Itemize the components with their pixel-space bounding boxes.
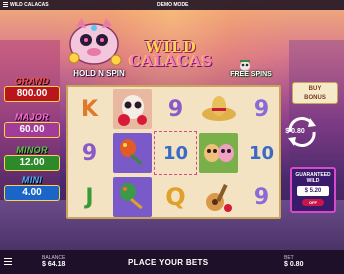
jackpot-minor-value: 12.00 <box>4 155 60 171</box>
sombrero-symbol-icon <box>197 87 240 131</box>
settings-menu-icon[interactable] <box>4 258 12 266</box>
balance-display: BALANCE $ 64.18 <box>42 255 65 268</box>
jackpot-major-label: MAJOR <box>14 112 49 122</box>
jackpot-mini-value: 4.00 <box>4 185 60 201</box>
reel-symbol-number: 9 <box>253 96 270 122</box>
jackpot-major-value: 60.00 <box>4 122 60 138</box>
sugar-skulls-symbol-icon <box>197 131 240 175</box>
jackpot-major: MAJOR 60.00 <box>4 112 60 138</box>
top-bar: WILD CALACAS DEMO MODE <box>0 0 344 10</box>
guaranteed-wild-amount: $ 5.20 <box>297 186 329 196</box>
jackpot-minor-label: MINOR <box>16 145 48 155</box>
spin-bet-amount: $ 0.80 <box>285 128 305 135</box>
free-spins-label: FREE SPINS <box>230 71 272 78</box>
buy-bonus-line-1: BUY <box>308 86 322 92</box>
jackpot-grand-label: GRAND <box>14 76 50 86</box>
reel-symbol-number: 9 <box>167 96 184 122</box>
reel-symbol-number: 10 <box>248 142 275 164</box>
skull-rose-symbol-icon <box>111 87 154 131</box>
hamburger-menu-icon[interactable] <box>3 2 8 8</box>
maracas-symbol-icon <box>111 131 154 175</box>
hold-n-spin-label: HOLD N SPIN <box>73 69 125 78</box>
reel-grid: K 9 9 9 10 10 J Q 9 <box>66 85 281 219</box>
jackpot-mini: MINI 4.00 <box>4 175 60 201</box>
reel-symbol-number: 10 <box>154 131 197 175</box>
maracas-symbol-icon <box>111 175 154 219</box>
guaranteed-wild-toggle[interactable]: OFF <box>302 199 324 206</box>
game-logo: WILD CALACAS <box>128 38 214 80</box>
reel-symbol-letter: Q <box>165 183 186 211</box>
reel-symbol-letter: K <box>80 96 99 122</box>
reel-symbol-number: 9 <box>253 184 270 210</box>
logo-line-2: CALACAS <box>129 52 213 70</box>
status-message: PLACE YOUR BETS <box>128 258 209 267</box>
guitar-symbol-icon <box>197 175 240 219</box>
bet-display[interactable]: BET $ 0.80 <box>284 255 303 268</box>
reel-symbol-number: 9 <box>81 140 98 166</box>
bet-value: $ 0.80 <box>284 261 304 268</box>
balance-value: $ 64.18 <box>42 261 66 268</box>
jackpot-grand-value: 800.00 <box>4 86 60 102</box>
guaranteed-wild-panel[interactable]: GUARANTEED WILD $ 5.20 OFF <box>290 167 336 213</box>
jackpot-mini-label: MINI <box>21 175 43 185</box>
bottom-bar: BALANCE $ 64.18 PLACE YOUR BETS BET $ 0.… <box>0 250 344 274</box>
buy-bonus-line-2: BONUS <box>304 95 326 101</box>
buy-bonus-button[interactable]: BUY BONUS <box>292 82 338 104</box>
game-title: WILD CALACAS <box>10 2 49 8</box>
guaranteed-wild-line-2: WILD <box>306 178 320 184</box>
reel-symbol-letter: J <box>85 184 94 210</box>
piggy-bank-skull-icon <box>68 18 122 66</box>
jackpot-minor: MINOR 12.00 <box>4 145 60 171</box>
demo-mode-label: DEMO MODE <box>157 2 189 8</box>
jackpot-grand: GRAND 800.00 <box>4 76 60 102</box>
